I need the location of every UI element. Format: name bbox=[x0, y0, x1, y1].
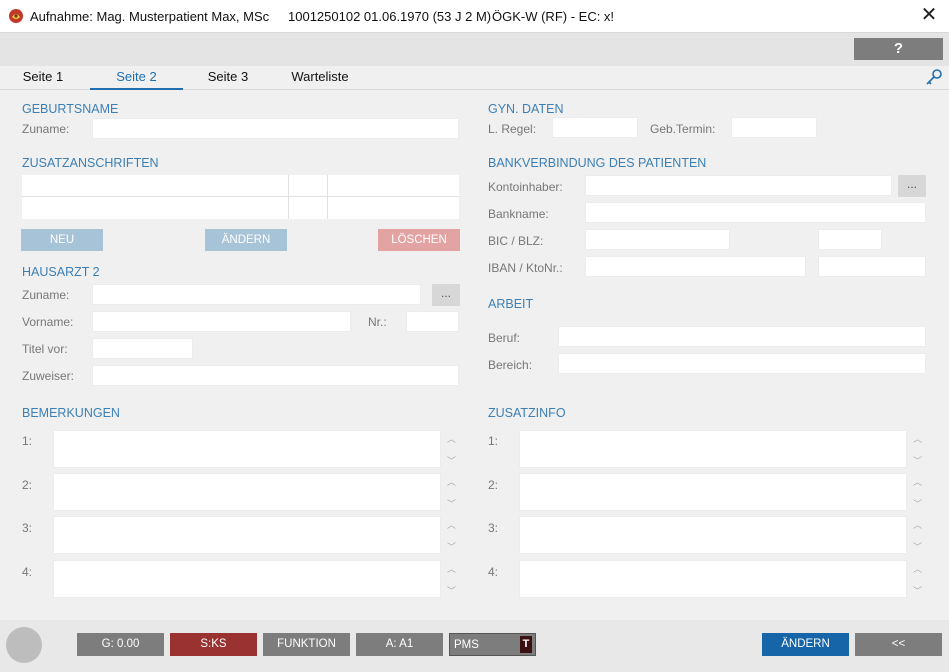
bemerkung-4-textarea[interactable] bbox=[53, 560, 441, 598]
bemerkung-2-label: 2: bbox=[22, 478, 33, 492]
bank-inhaber-input[interactable] bbox=[585, 175, 892, 196]
window-title: Aufnahme: Mag. Musterpatient Max, MSc bbox=[30, 9, 270, 24]
zusatzinfo-1-label: 1: bbox=[488, 434, 499, 448]
hausarzt-zuweiser-input[interactable] bbox=[92, 365, 459, 386]
arbeit-beruf-label: Beruf: bbox=[488, 331, 521, 345]
zusatzinfo-4-scrollbar[interactable]: ︿ ﹀ bbox=[909, 560, 927, 598]
geburtsname-header: GEBURTSNAME bbox=[22, 102, 119, 116]
hausarzt-zuname-input[interactable] bbox=[92, 284, 421, 305]
aendern-address-button[interactable]: ÄNDERN bbox=[205, 229, 287, 251]
bemerkung-4-label: 4: bbox=[22, 565, 33, 579]
zusatzinfo-2-scrollbar[interactable]: ︿ ﹀ bbox=[909, 473, 927, 511]
aendern-button[interactable]: ÄNDERN bbox=[762, 633, 849, 656]
bemerkung-3-scrollbar[interactable]: ︿ ﹀ bbox=[443, 516, 461, 554]
zusatzinfo-3-label: 3: bbox=[488, 521, 499, 535]
hausarzt-zuweiser-label: Zuweiser: bbox=[22, 369, 75, 383]
zusatzanschriften-header: ZUSATZANSCHRIFTEN bbox=[22, 156, 159, 170]
hausarzt-vorname-label: Vorname: bbox=[22, 315, 74, 329]
zusatzanschriften-table[interactable] bbox=[22, 175, 459, 219]
bank-name-input[interactable] bbox=[585, 202, 926, 223]
pms-badge: T bbox=[520, 636, 532, 653]
zusatzinfo-1-textarea[interactable] bbox=[519, 430, 907, 468]
bemerkung-3-label: 3: bbox=[22, 521, 33, 535]
patient-id: 1001250102 01.06.1970 (53 J 2 M) bbox=[288, 9, 492, 24]
pms-label: PMS bbox=[454, 639, 479, 651]
hausarzt-titel-input[interactable] bbox=[92, 338, 193, 359]
bank-inhaber-label: Kontoinhaber: bbox=[488, 180, 563, 194]
loeschen-button[interactable]: LÖSCHEN bbox=[378, 229, 460, 251]
hausarzt-nr-input[interactable] bbox=[406, 311, 459, 332]
status-bar: G: 0.00 S:KS FUNKTION A: A1 PMS T ÄNDERN… bbox=[0, 620, 949, 672]
sks-button[interactable]: S:KS bbox=[170, 633, 257, 656]
zusatzinfo-header: ZUSATZINFO bbox=[488, 406, 566, 420]
bank-header: BANKVERBINDUNG DES PATIENTEN bbox=[488, 156, 707, 170]
tab-seite-3[interactable]: Seite 3 bbox=[198, 69, 258, 90]
tab-warteliste[interactable]: Warteliste bbox=[281, 69, 359, 90]
geburtsname-zuname-label: Zuname: bbox=[22, 122, 70, 136]
bemerkung-1-scrollbar[interactable]: ︿ ﹀ bbox=[443, 430, 461, 468]
gyn-termin-label: Geb.Termin: bbox=[650, 122, 716, 136]
key-icon[interactable] bbox=[925, 68, 943, 86]
bemerkung-2-textarea[interactable] bbox=[53, 473, 441, 511]
g-balance-button[interactable]: G: 0.00 bbox=[77, 633, 164, 656]
bank-bic-input[interactable] bbox=[585, 229, 730, 250]
status-indicator-icon bbox=[6, 627, 42, 663]
title-bar: Aufnahme: Mag. Musterpatient Max, MSc 10… bbox=[0, 0, 949, 33]
arbeit-beruf-input[interactable] bbox=[558, 326, 926, 347]
bank-blz-input[interactable] bbox=[818, 229, 882, 250]
tab-seite-1[interactable]: Seite 1 bbox=[14, 69, 72, 90]
funktion-button[interactable]: FUNKTION bbox=[263, 633, 350, 656]
tab-bar: Seite 1 Seite 2 Seite 3 Warteliste bbox=[0, 66, 949, 90]
zusatzinfo-2-label: 2: bbox=[488, 478, 499, 492]
bank-ktonr-input[interactable] bbox=[818, 256, 926, 277]
hausarzt-zuname-label: Zuname: bbox=[22, 288, 70, 302]
hausarzt-vorname-input[interactable] bbox=[92, 311, 351, 332]
geburtsname-zuname-input[interactable] bbox=[92, 118, 459, 139]
bemerkungen-header: BEMERKUNGEN bbox=[22, 406, 120, 420]
bemerkung-1-label: 1: bbox=[22, 434, 33, 448]
back-button[interactable]: << bbox=[855, 633, 942, 656]
zusatzinfo-2-textarea[interactable] bbox=[519, 473, 907, 511]
zusatzinfo-1-scrollbar[interactable]: ︿ ﹀ bbox=[909, 430, 927, 468]
hausarzt-titel-label: Titel vor: bbox=[22, 342, 68, 356]
close-button[interactable]: ✕ bbox=[919, 5, 939, 25]
a-button[interactable]: A: A1 bbox=[356, 633, 443, 656]
arbeit-bereich-label: Bereich: bbox=[488, 358, 533, 372]
gyn-termin-input[interactable] bbox=[731, 117, 817, 138]
hausarzt-nr-label: Nr.: bbox=[368, 315, 387, 329]
arbeit-bereich-input[interactable] bbox=[558, 353, 926, 374]
tab-seite-2[interactable]: Seite 2 bbox=[90, 69, 183, 90]
bank-iban-input[interactable] bbox=[585, 256, 806, 277]
zusatzinfo-3-textarea[interactable] bbox=[519, 516, 907, 554]
gyn-regel-label: L. Regel: bbox=[488, 122, 537, 136]
neu-button[interactable]: NEU bbox=[21, 229, 103, 251]
bank-bic-label: BIC / BLZ: bbox=[488, 234, 544, 248]
zusatzinfo-4-textarea[interactable] bbox=[519, 560, 907, 598]
bemerkung-4-scrollbar[interactable]: ︿ ﹀ bbox=[443, 560, 461, 598]
gyn-regel-input[interactable] bbox=[552, 117, 638, 138]
hausarzt-header: HAUSARZT 2 bbox=[22, 265, 100, 279]
zusatzinfo-4-label: 4: bbox=[488, 565, 499, 579]
bemerkung-2-scrollbar[interactable]: ︿ ﹀ bbox=[443, 473, 461, 511]
hausarzt-lookup-button[interactable]: ... bbox=[432, 284, 460, 306]
gyn-header: GYN. DATEN bbox=[488, 102, 564, 116]
bemerkung-1-textarea[interactable] bbox=[53, 430, 441, 468]
insurance-info: ÖGK-W (RF) - EC: x! bbox=[492, 9, 615, 24]
pms-button[interactable]: PMS T bbox=[449, 633, 536, 656]
app-logo-icon bbox=[9, 9, 23, 23]
bank-lookup-button[interactable]: ... bbox=[898, 175, 926, 197]
bank-iban-label: IBAN / KtoNr.: bbox=[488, 261, 563, 275]
zusatzinfo-3-scrollbar[interactable]: ︿ ﹀ bbox=[909, 516, 927, 554]
help-button[interactable]: ? bbox=[854, 38, 943, 60]
arbeit-header: ARBEIT bbox=[488, 297, 534, 311]
toolbar: ? bbox=[0, 33, 949, 66]
bank-name-label: Bankname: bbox=[488, 207, 549, 221]
bemerkung-3-textarea[interactable] bbox=[53, 516, 441, 554]
